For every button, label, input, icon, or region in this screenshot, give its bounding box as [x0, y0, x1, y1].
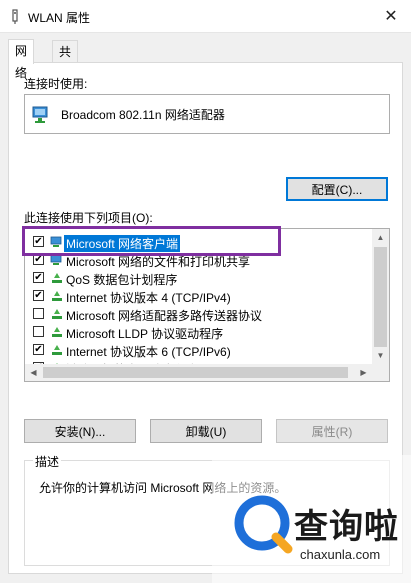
- item-label: Internet 协议版本 6 (TCP/IPv6): [66, 345, 231, 359]
- protocol-icon: [52, 309, 62, 319]
- scroll-corner: [372, 364, 389, 381]
- watermark-brand: 查询啦: [294, 508, 399, 546]
- vertical-scroll-thumb[interactable]: [374, 247, 387, 347]
- adapter-name: Broadcom 802.11n 网络适配器: [61, 108, 225, 122]
- item-checkbox[interactable]: ✔: [33, 290, 44, 301]
- protocol-icon: [52, 345, 62, 355]
- item-checkbox[interactable]: ✔: [33, 236, 44, 247]
- wlan-icon: [12, 9, 18, 24]
- adapter-box: Broadcom 802.11n 网络适配器: [24, 94, 390, 134]
- list-item[interactable]: ✔ Internet 协议版本 6 (TCP/IPv6): [25, 341, 371, 360]
- window-title: WLAN 属性: [28, 11, 91, 25]
- list-item[interactable]: ✔ Microsoft 网络客户端: [25, 233, 371, 252]
- list-item[interactable]: ✔ QoS 数据包计划程序: [25, 269, 371, 288]
- item-checkbox[interactable]: ✔: [33, 272, 44, 283]
- scroll-left-icon[interactable]: ◀: [25, 364, 42, 381]
- network-client-icon: [50, 236, 62, 247]
- tab-network[interactable]: 网络: [8, 39, 35, 80]
- items-label: 此连接使用下列项目(O):: [24, 211, 153, 225]
- watermark-url: chaxunla.com: [300, 547, 381, 562]
- close-button[interactable]: ✕: [371, 0, 411, 32]
- list-item[interactable]: ✔ Microsoft 网络的文件和打印机共享: [25, 251, 371, 270]
- configure-button[interactable]: 配置(C)...: [286, 177, 388, 201]
- item-checkbox[interactable]: [33, 326, 44, 337]
- item-label: Internet 协议版本 4 (TCP/IPv4): [66, 291, 231, 305]
- protocol-icon: [52, 291, 62, 301]
- close-icon: ✕: [384, 8, 398, 25]
- network-client-icon: [50, 254, 62, 265]
- install-button[interactable]: 安装(N)...: [24, 419, 136, 443]
- title-bar: WLAN 属性 ✕: [0, 0, 411, 33]
- scroll-right-icon[interactable]: ▶: [355, 364, 372, 381]
- connect-using-label: 连接时使用:: [24, 77, 88, 91]
- watermark: 查询啦 chaxunla.com: [212, 455, 411, 583]
- properties-button[interactable]: 属性(R): [276, 419, 388, 443]
- list-item[interactable]: Microsoft LLDP 协议驱动程序: [25, 323, 371, 342]
- description-title: 描述: [33, 453, 62, 470]
- item-label: QoS 数据包计划程序: [66, 273, 178, 287]
- items-list[interactable]: ✔ Microsoft 网络客户端 ✔ Microsoft 网络的文件和打印机共享 ✔ Q…: [24, 228, 390, 382]
- scroll-down-icon[interactable]: ▼: [372, 347, 389, 364]
- uninstall-button[interactable]: 卸载(U): [150, 419, 262, 443]
- item-label: Microsoft 网络适配器多路传送器协议: [66, 309, 263, 323]
- protocol-icon: [52, 273, 62, 283]
- item-checkbox[interactable]: ✔: [33, 254, 44, 265]
- horizontal-scroll-thumb[interactable]: [43, 367, 348, 378]
- item-checkbox[interactable]: ✔: [33, 344, 44, 355]
- protocol-icon: [52, 327, 62, 337]
- item-checkbox[interactable]: [33, 308, 44, 319]
- list-item[interactable]: ✔ Internet 协议版本 4 (TCP/IPv4): [25, 287, 371, 306]
- item-label: Microsoft 网络客户端: [64, 235, 181, 252]
- item-label: Microsoft 网络的文件和打印机共享: [66, 255, 251, 269]
- item-label: Microsoft LLDP 协议驱动程序: [66, 327, 224, 341]
- horizontal-scrollbar[interactable]: ◀ ▶: [25, 364, 372, 381]
- magnifier-logo-icon: [234, 495, 293, 554]
- vertical-scrollbar[interactable]: ▲ ▼: [372, 229, 389, 364]
- network-adapter-icon: [32, 106, 48, 123]
- scroll-up-icon[interactable]: ▲: [372, 229, 389, 246]
- tab-sharing[interactable]: 共享: [52, 40, 79, 81]
- list-item[interactable]: Microsoft 网络适配器多路传送器协议: [25, 305, 371, 324]
